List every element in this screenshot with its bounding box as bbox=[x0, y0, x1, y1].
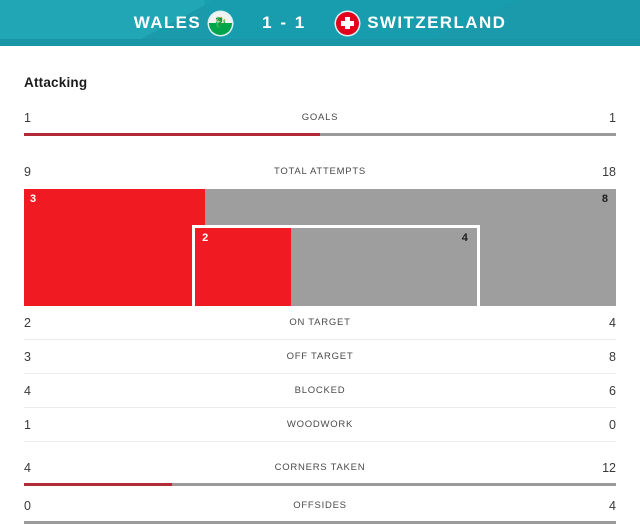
stats-panel: Attacking 1 GOALS 1 9 TOTAL ATTEMPTS 18 … bbox=[0, 46, 640, 524]
attempts-inner-home-fill bbox=[195, 228, 291, 306]
corners-taken-label: CORNERS TAKEN bbox=[274, 462, 366, 473]
home-team-block[interactable]: WALES 🐉 bbox=[133, 11, 233, 35]
stat-row-off-target: 3 OFF TARGET 8 bbox=[24, 340, 616, 373]
blocked-label: BLOCKED bbox=[294, 385, 346, 396]
attempts-outer-away-label: 8 bbox=[601, 193, 608, 205]
on-target-label: ON TARGET bbox=[289, 317, 351, 328]
stat-row-corners-taken: 4 CORNERS TAKEN 12 bbox=[24, 452, 616, 483]
stat-row-goals: 1 GOALS 1 bbox=[24, 102, 616, 133]
attempts-inner-home-label: 2 bbox=[202, 232, 209, 244]
wales-flag-icon: 🐉 bbox=[209, 11, 233, 35]
goals-label: GOALS bbox=[301, 112, 339, 123]
attempts-inner-away-label: 4 bbox=[461, 232, 468, 244]
match-stats-page: WALES 🐉 1 - 1 SWITZERLAND Attacking 1 GO… bbox=[0, 0, 640, 524]
stat-row-blocked: 4 BLOCKED 6 bbox=[24, 374, 616, 407]
corners-taken-home-fill bbox=[24, 483, 172, 486]
attempts-outer-home-label: 3 bbox=[30, 193, 37, 205]
switzerland-flag-icon bbox=[336, 11, 360, 35]
page-title: Attacking bbox=[24, 75, 88, 90]
home-team-name: WALES bbox=[133, 13, 202, 32]
stat-row-total-attempts: 9 TOTAL ATTEMPTS 18 bbox=[24, 156, 616, 187]
wales-dragon-icon: 🐉 bbox=[213, 16, 228, 29]
spacer-before-corners bbox=[24, 442, 616, 452]
off-target-label: OFF TARGET bbox=[286, 351, 354, 362]
total-attempts-label: TOTAL ATTEMPTS bbox=[274, 166, 366, 177]
corners-taken-split-bar bbox=[24, 483, 616, 486]
match-score: 1 - 1 bbox=[262, 13, 307, 32]
goals-home-fill bbox=[24, 133, 320, 136]
attempts-outer-home-fill bbox=[24, 189, 205, 306]
attempts-nested-chart: 3 8 2 4 bbox=[24, 189, 616, 306]
stat-row-on-target: 2 ON TARGET 4 bbox=[24, 306, 616, 339]
attempts-inner-box: 2 4 bbox=[192, 225, 480, 306]
away-team-block[interactable]: SWITZERLAND bbox=[336, 11, 507, 35]
swiss-cross-horizontal bbox=[341, 20, 355, 26]
scorebar-header: WALES 🐉 1 - 1 SWITZERLAND bbox=[0, 0, 640, 46]
stat-row-woodwork: 1 WOODWORK 0 bbox=[24, 408, 616, 441]
woodwork-label: WOODWORK bbox=[286, 419, 354, 430]
score-line: WALES 🐉 1 - 1 SWITZERLAND bbox=[0, 0, 640, 46]
offsides-label: OFFSIDES bbox=[293, 500, 347, 511]
goals-split-bar bbox=[24, 133, 616, 136]
spacer-after-goals bbox=[24, 136, 616, 156]
stat-row-offsides: 0 OFFSIDES 4 bbox=[24, 490, 616, 521]
away-team-name: SWITZERLAND bbox=[367, 13, 507, 32]
